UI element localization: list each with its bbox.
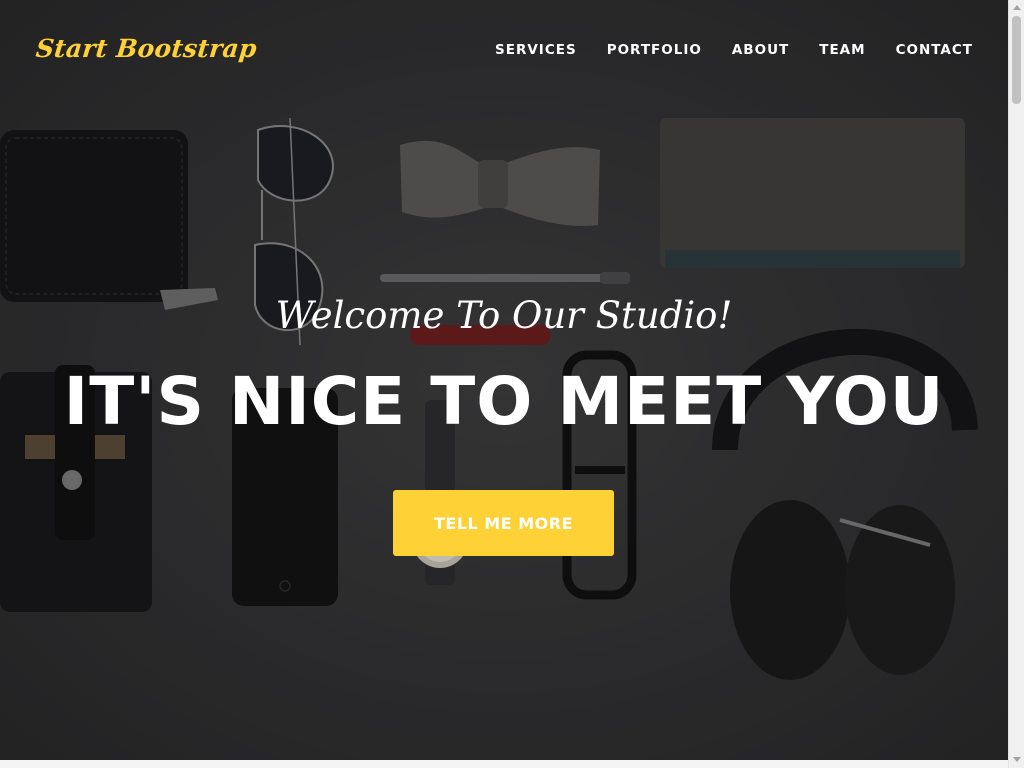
brand-logo-link[interactable]: Start Bootstrap: [34, 34, 258, 63]
nav-link-services[interactable]: SERVICES: [495, 42, 577, 58]
nav-link-about[interactable]: ABOUT: [732, 42, 789, 58]
scroll-down-arrow-icon[interactable]: [1013, 757, 1021, 762]
nav-menu: SERVICES PORTFOLIO ABOUT TEAM CONTACT: [495, 42, 973, 58]
tell-me-more-button[interactable]: TELL ME MORE: [393, 490, 614, 556]
navbar: Start Bootstrap SERVICES PORTFOLIO ABOUT…: [0, 0, 1008, 100]
nav-link-contact[interactable]: CONTACT: [896, 42, 973, 58]
hero-header: Start Bootstrap SERVICES PORTFOLIO ABOUT…: [0, 0, 1008, 760]
vertical-scrollbar[interactable]: [1008, 0, 1024, 768]
page: Start Bootstrap SERVICES PORTFOLIO ABOUT…: [0, 0, 1008, 768]
nav-link-team[interactable]: TEAM: [819, 42, 865, 58]
scrollbar-thumb[interactable]: [1012, 16, 1021, 104]
next-section-edge: [0, 760, 1008, 768]
nav-link-portfolio[interactable]: PORTFOLIO: [607, 42, 702, 58]
hero-subheading: Welcome To Our Studio!: [275, 294, 733, 337]
hero-heading: IT'S NICE TO MEET YOU: [63, 363, 945, 440]
scroll-up-arrow-icon[interactable]: [1013, 5, 1021, 10]
